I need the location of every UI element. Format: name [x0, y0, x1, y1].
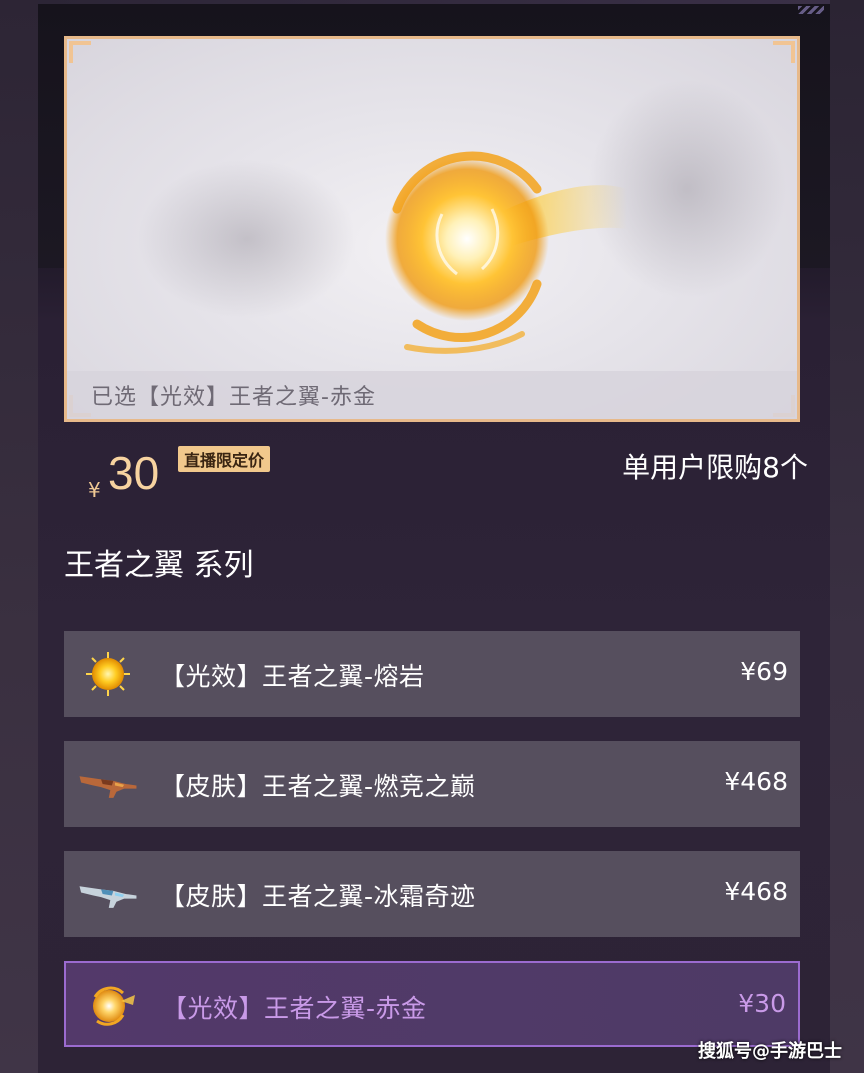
- item-price: ¥468: [724, 877, 788, 906]
- sun-orb-icon: [78, 647, 138, 701]
- item-label: 【皮肤】王者之翼-燃竞之巅: [160, 772, 476, 801]
- selected-item-text: 已选【光效】王者之翼-赤金: [91, 385, 376, 410]
- light-effect-icon: [385, 151, 627, 354]
- gold-orb-icon: [80, 979, 140, 1033]
- item-price: ¥30: [738, 989, 786, 1018]
- watermark: 搜狐号@手游巴士: [698, 1041, 842, 1062]
- frame-corner: [773, 41, 795, 63]
- list-item[interactable]: 【光效】王者之翼-熔岩 ¥69: [64, 631, 800, 717]
- background-left: [0, 0, 38, 1073]
- item-label: 【光效】王者之翼-赤金: [162, 994, 427, 1023]
- price-row: ¥ 30 直播限定价 单用户限购8个: [88, 444, 808, 504]
- rifle-icon: [78, 757, 138, 811]
- currency-symbol: ¥: [88, 478, 101, 502]
- series-title: 王者之翼 系列: [64, 548, 254, 583]
- list-item[interactable]: 【皮肤】王者之翼-冰霜奇迹 ¥468: [64, 851, 800, 937]
- item-label: 【光效】王者之翼-熔岩: [160, 662, 425, 691]
- selected-item-bar: 已选【光效】王者之翼-赤金: [67, 371, 797, 419]
- panel-edge: [38, 0, 830, 4]
- price-value: 30: [108, 447, 160, 499]
- list-item-selected[interactable]: 【光效】王者之翼-赤金 ¥30: [64, 961, 800, 1047]
- frame-corner: [69, 41, 91, 63]
- item-price: ¥468: [724, 767, 788, 796]
- item-price: ¥69: [740, 657, 788, 686]
- list-item[interactable]: 【皮肤】王者之翼-燃竞之巅 ¥468: [64, 741, 800, 827]
- background-right: [830, 0, 864, 1073]
- shop-panel: 已选【光效】王者之翼-赤金 ¥ 30 直播限定价 单用户限购8个 王者之翼 系列: [38, 0, 830, 1073]
- corner-decoration: [798, 6, 824, 14]
- live-price-badge: 直播限定价: [178, 446, 271, 472]
- item-preview: 已选【光效】王者之翼-赤金: [64, 36, 800, 422]
- purchase-limit: 单用户限购8个: [622, 451, 808, 484]
- item-label: 【皮肤】王者之翼-冰霜奇迹: [160, 882, 476, 911]
- rifle-icon: [78, 867, 138, 921]
